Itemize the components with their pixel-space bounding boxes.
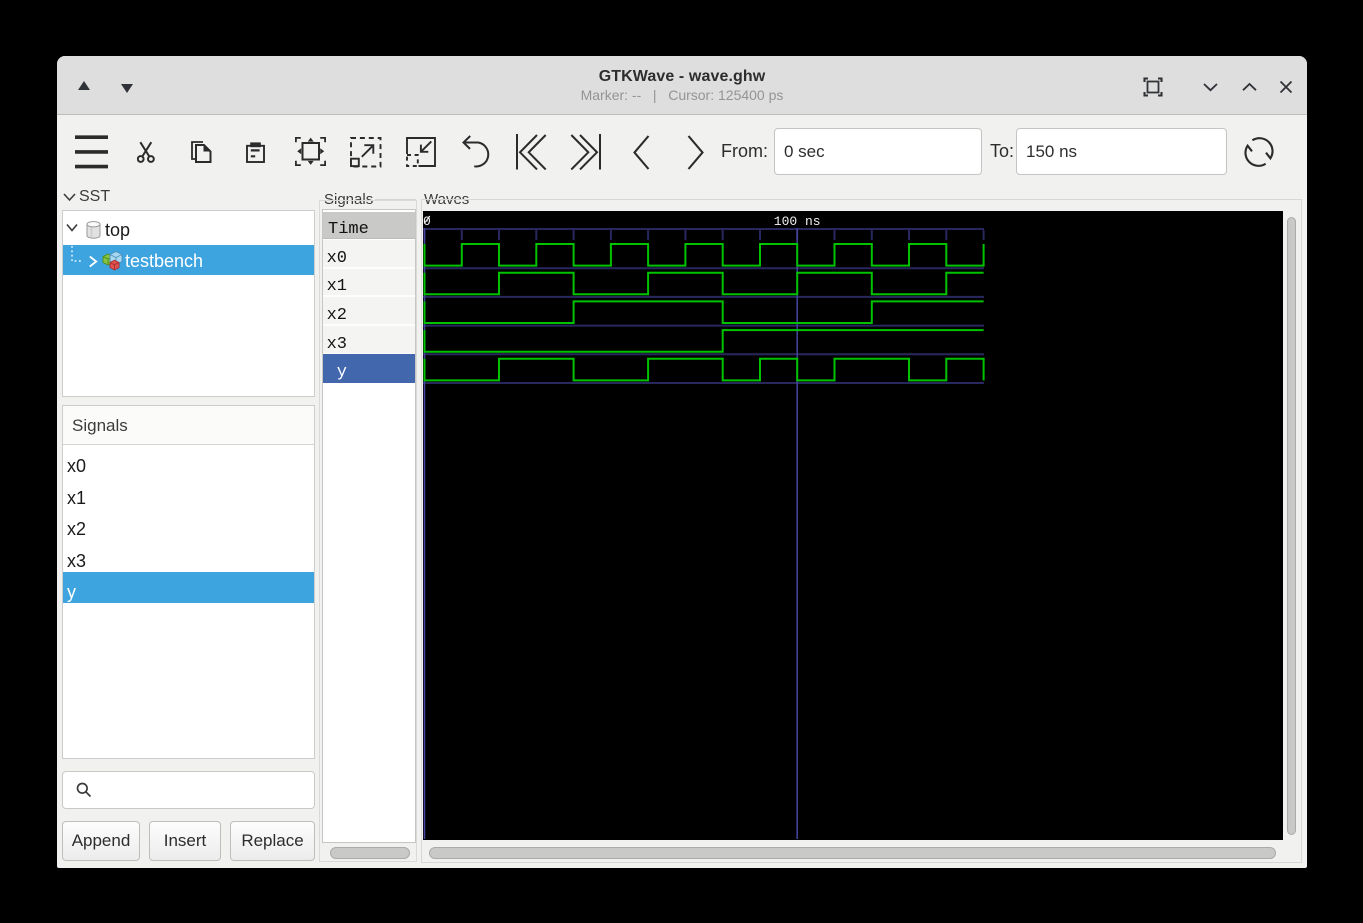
svg-text:100 ns: 100 ns [774,214,821,229]
